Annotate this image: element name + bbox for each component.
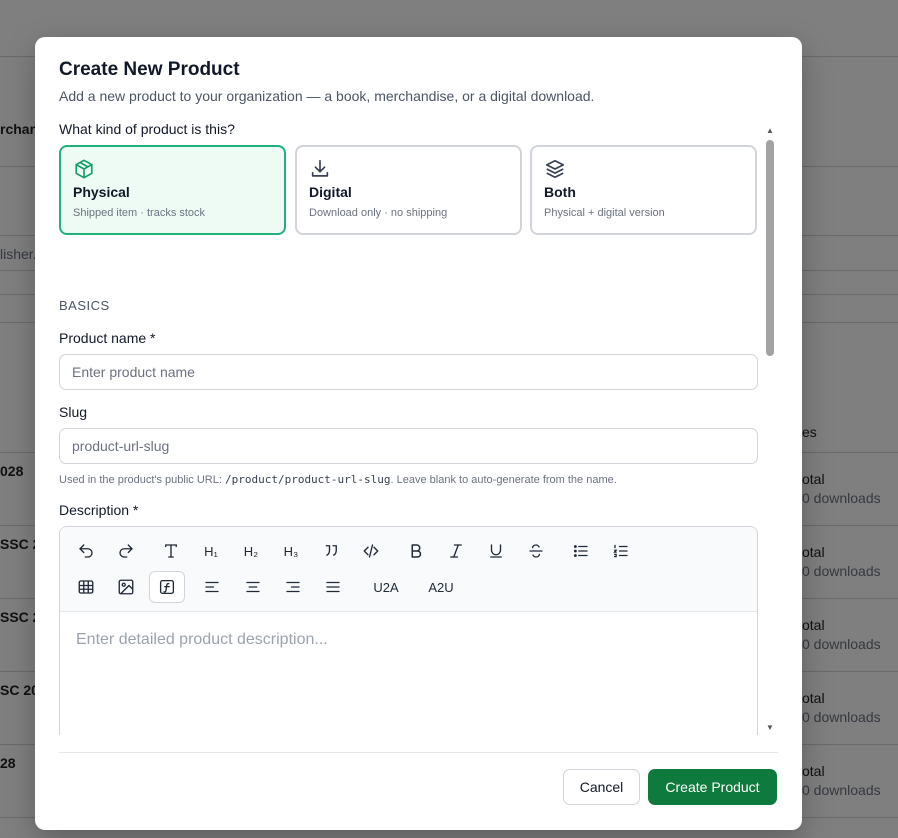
help-prefix: Used in the product's public URL: — [59, 474, 225, 486]
quote-icon — [325, 545, 337, 557]
dialog-scroll-area[interactable]: What kind of product is this? Physical S… — [35, 117, 780, 735]
image-icon — [118, 579, 134, 595]
help-suffix: . Leave blank to auto-generate from the … — [390, 474, 617, 486]
footer-divider — [59, 752, 778, 753]
type-description: Shipped item · tracks stock — [73, 207, 206, 219]
scrollbar-thumb[interactable] — [766, 140, 774, 356]
description-editor[interactable]: H₁ H₂ H₃ U2A A2U Enter detailed product … — [59, 526, 758, 735]
heading-1-button[interactable]: H₁ — [193, 535, 229, 567]
blockquote-button[interactable] — [313, 535, 349, 567]
type-name: Physical — [73, 184, 130, 200]
redo-button[interactable] — [108, 535, 144, 567]
product-name-label: Product name * — [59, 330, 156, 346]
ordered-list-button[interactable] — [603, 535, 639, 567]
scroll-up-icon[interactable]: ▲ — [766, 126, 774, 135]
dialog-subtitle: Add a new product to your organization —… — [59, 88, 595, 104]
layers-icon — [544, 158, 566, 180]
align-justify-button[interactable] — [315, 571, 351, 603]
align-left-icon — [205, 581, 219, 593]
underline-button[interactable] — [478, 535, 514, 567]
slug-label: Slug — [59, 404, 88, 420]
product-type-question: What kind of product is this? — [59, 121, 235, 137]
strikethrough-button[interactable] — [518, 535, 554, 567]
type-card-digital[interactable]: Digital Download only · no shipping — [295, 145, 522, 235]
undo-button[interactable] — [68, 535, 104, 567]
slug-input[interactable] — [59, 428, 758, 464]
heading-3-button[interactable]: H₃ — [273, 535, 309, 567]
formula-button[interactable] — [149, 571, 185, 603]
help-code: /product/product-url-slug — [224, 473, 391, 486]
cancel-button[interactable]: Cancel — [563, 769, 640, 805]
function-icon — [159, 579, 175, 595]
code-icon — [363, 544, 379, 558]
type-card-both[interactable]: Both Physical + digital version — [530, 145, 757, 235]
description-placeholder[interactable]: Enter detailed product description... — [76, 631, 328, 649]
bullet-list-button[interactable] — [563, 535, 599, 567]
editor-toolbar: H₁ H₂ H₃ U2A A2U — [60, 527, 757, 612]
product-name-input[interactable] — [59, 354, 758, 390]
bold-button[interactable] — [398, 535, 434, 567]
u2a-button[interactable]: U2A — [362, 571, 410, 603]
dialog-scrollbar[interactable]: ▲ ▼ — [764, 125, 776, 735]
create-product-dialog: Create New Product Add a new product to … — [35, 37, 802, 830]
section-heading-basics: BASICS — [59, 298, 110, 313]
align-center-button[interactable] — [235, 571, 271, 603]
align-justify-icon — [326, 581, 340, 593]
type-name: Both — [544, 184, 576, 200]
italic-icon — [450, 544, 462, 558]
align-left-button[interactable] — [194, 571, 230, 603]
strikethrough-icon — [529, 544, 543, 558]
underline-icon — [490, 544, 502, 558]
align-right-button[interactable] — [275, 571, 311, 603]
align-right-icon — [286, 581, 300, 593]
table-icon — [78, 580, 94, 594]
create-product-button[interactable]: Create Product — [648, 769, 777, 805]
download-icon — [309, 158, 331, 180]
dialog-title: Create New Product — [59, 59, 240, 80]
description-label: Description * — [59, 502, 139, 518]
heading-2-button[interactable]: H₂ — [233, 535, 269, 567]
bullet-list-icon — [573, 545, 588, 557]
undo-icon — [79, 544, 93, 558]
redo-icon — [119, 544, 133, 558]
type-card-physical[interactable]: Physical Shipped item · tracks stock — [59, 145, 286, 235]
a2u-button[interactable]: A2U — [417, 571, 465, 603]
paragraph-button[interactable] — [153, 535, 189, 567]
type-description: Physical + digital version — [544, 207, 665, 219]
bold-icon — [411, 544, 422, 558]
ordered-list-icon — [613, 544, 628, 558]
type-description: Download only · no shipping — [309, 207, 448, 219]
text-icon — [165, 544, 177, 558]
scroll-down-icon[interactable]: ▼ — [766, 723, 774, 732]
image-button[interactable] — [108, 571, 144, 603]
align-center-icon — [246, 581, 260, 593]
table-button[interactable] — [68, 571, 104, 603]
italic-button[interactable] — [438, 535, 474, 567]
box-icon — [73, 158, 95, 180]
code-button[interactable] — [353, 535, 389, 567]
type-name: Digital — [309, 184, 352, 200]
slug-help-text: Used in the product's public URL: /produ… — [59, 473, 617, 486]
